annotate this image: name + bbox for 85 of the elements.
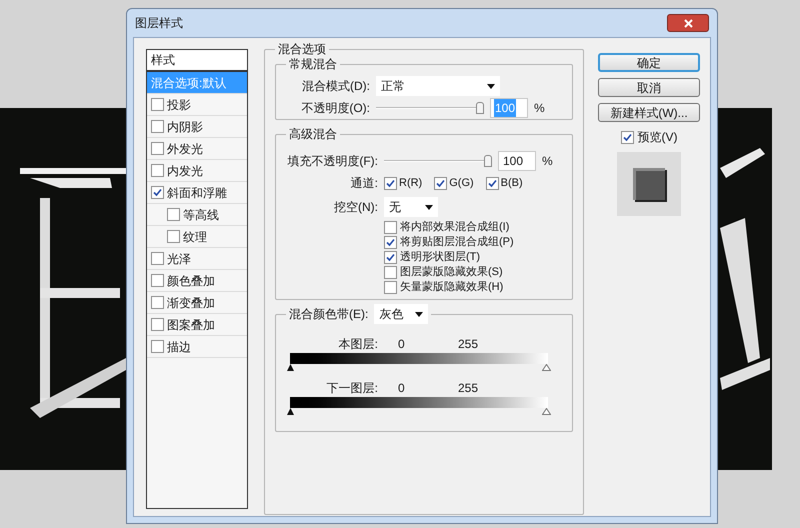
dialog-button[interactable]: 新建样式(W)... [598, 103, 700, 122]
low-value: 0 [398, 336, 406, 353]
checkmark-icon [488, 178, 497, 188]
knockout-dropdown[interactable]: 无 [384, 197, 438, 217]
list-header: 样式 [147, 50, 247, 72]
checkbox[interactable] [151, 340, 164, 353]
preview-thumbnail [617, 152, 681, 216]
field-label: 下一图层: [326, 380, 378, 397]
checkbox[interactable] [434, 176, 448, 190]
checkbox-label: 将剪贴图层混合成组(P) [400, 234, 514, 250]
close-button[interactable] [667, 14, 709, 32]
style-list-item[interactable]: 图案叠加 [147, 314, 247, 336]
style-list-item[interactable]: 内阴影 [147, 116, 247, 138]
field-label: 挖空(N): [333, 199, 378, 216]
checkbox-label: 矢量蒙版隐藏效果(H) [400, 280, 504, 296]
checkbox[interactable] [151, 318, 164, 331]
field-label: 填充不透明度(F): [286, 153, 378, 170]
checkbox[interactable] [151, 142, 164, 155]
style-list-item[interactable]: 投影 [147, 94, 247, 116]
caret-icon [415, 312, 424, 316]
checkbox-label: R(R) [399, 176, 422, 191]
checkbox[interactable] [151, 252, 164, 265]
dialog-button[interactable]: 确定 [598, 53, 700, 72]
field-label: 不透明度(O): [300, 100, 370, 117]
dialog-button[interactable]: 取消 [598, 78, 700, 97]
checkmark-icon [436, 178, 446, 188]
checkbox[interactable] [167, 208, 180, 221]
window-title: 图层样式 [135, 15, 183, 32]
checkbox-label: 透明形状图层(T) [400, 250, 480, 266]
checkbox-label: 将内部效果混合成组(I) [400, 220, 510, 236]
checkbox-label: 预览(V) [638, 129, 678, 146]
low-value: 0 [398, 380, 406, 397]
style-list-item[interactable]: 纹理 [147, 226, 247, 248]
checkbox[interactable] [384, 251, 397, 264]
checkbox-label: 图层蒙版隐藏效果(S) [400, 264, 503, 280]
checkmark-icon [386, 178, 395, 188]
blend-if-dropdown[interactable]: 灰色 [374, 304, 428, 324]
unit-label: % [542, 153, 553, 170]
checkbox[interactable] [384, 266, 397, 279]
checkbox[interactable] [151, 274, 164, 287]
checkmark-icon [622, 132, 632, 142]
checkbox[interactable] [151, 164, 164, 177]
checkmark-icon [153, 188, 162, 197]
style-list-item[interactable]: 内发光 [147, 160, 247, 182]
checkbox[interactable] [384, 221, 397, 234]
unit-label: % [534, 100, 545, 117]
high-value: 255 [458, 336, 478, 353]
blend-mode-dropdown[interactable]: 正常 [376, 76, 500, 96]
style-list-item[interactable]: 渐变叠加 [147, 292, 247, 314]
checkbox[interactable] [384, 176, 397, 190]
field-label: 混合模式(D): [301, 78, 370, 95]
style-list-item[interactable]: 颜色叠加 [147, 270, 247, 292]
style-list-item[interactable]: 外发光 [147, 138, 247, 160]
checkbox-label: G(G) [449, 176, 474, 191]
value-field[interactable]: 100 [498, 151, 536, 171]
caret-icon [487, 84, 495, 88]
field-label: 通道: [350, 175, 378, 192]
slider-handle[interactable] [287, 364, 294, 371]
checkbox[interactable] [486, 176, 499, 190]
checkbox[interactable] [384, 281, 397, 294]
style-list-item[interactable]: 等高线 [147, 204, 247, 226]
style-list-item[interactable]: 光泽 [147, 248, 247, 270]
slider-handle[interactable] [542, 364, 551, 371]
checkbox[interactable] [151, 296, 164, 309]
checkbox[interactable] [151, 98, 164, 111]
group-title: 混合选项 [275, 41, 329, 57]
checkbox[interactable] [384, 236, 397, 249]
slider-thumb[interactable] [476, 102, 484, 114]
group-title: 高级混合 [286, 126, 340, 142]
group-title: 混合颜色带(E): [289, 306, 368, 323]
group-title: 常规混合 [286, 56, 340, 72]
slider-handle[interactable] [542, 408, 551, 415]
field-label: 本图层: [338, 336, 378, 353]
close-icon [684, 18, 692, 28]
checkbox[interactable] [151, 120, 164, 133]
checkbox[interactable] [151, 186, 164, 199]
slider-thumb[interactable] [484, 155, 492, 167]
checkbox-label: B(B) [500, 176, 523, 191]
checkbox[interactable] [167, 230, 180, 243]
slider-handle[interactable] [287, 408, 294, 415]
style-list-item[interactable]: 斜面和浮雕 [147, 182, 247, 204]
high-value: 255 [458, 380, 478, 397]
caret-icon [425, 204, 433, 210]
checkbox[interactable] [620, 130, 634, 144]
style-list-item[interactable]: 描边 [147, 336, 247, 358]
